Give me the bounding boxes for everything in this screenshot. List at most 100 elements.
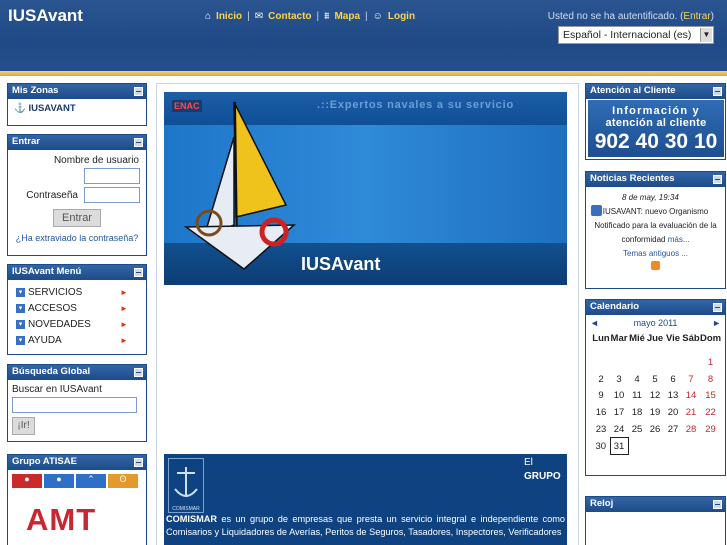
menu-item-ayuda[interactable]: ▾ AYUDA ►: [8, 332, 146, 348]
nav-contacto[interactable]: Contacto: [268, 11, 311, 22]
nav-inicio[interactable]: Inicio: [216, 11, 242, 22]
zona-item[interactable]: ⚓ IUSAVANT: [8, 99, 146, 118]
calendar-day[interactable]: 15: [700, 388, 721, 405]
sailboat-illustration: [183, 101, 297, 270]
menu-block: IUSAvant Menú ▾ SERVICIOS ► ▾ ACCESOS ► ▾ NOV…: [7, 264, 147, 355]
calendar-day[interactable]: 22: [700, 404, 721, 421]
block-header: Reloj: [586, 497, 725, 512]
calendar-day[interactable]: 8: [700, 371, 721, 388]
collapse-icon[interactable]: [134, 87, 143, 96]
calendar-day[interactable]: 12: [646, 388, 664, 405]
block-header: Atención al Cliente: [586, 84, 725, 99]
calendar-day[interactable]: 31: [609, 437, 629, 456]
calendar-day[interactable]: 17: [610, 404, 628, 421]
block-header: Mis Zonas: [8, 84, 146, 99]
weekday-header: Jue: [646, 333, 664, 344]
calendar-day[interactable]: 23: [592, 421, 610, 438]
calendar-day[interactable]: 20: [664, 404, 682, 421]
news-item: 8 de may, 19:34 IUSAVANT: nuevo Organism…: [586, 187, 725, 275]
calendar-day[interactable]: 26: [646, 421, 664, 438]
calendar-day[interactable]: 18: [628, 404, 646, 421]
collapse-icon[interactable]: [713, 500, 722, 509]
menu-item-servicios[interactable]: ▾ SERVICIOS ►: [8, 284, 146, 300]
calendar-block: Calendario ◄ mayo 2011 ► Lun Mar Mié Jue Vie…: [585, 299, 726, 476]
calendar-day[interactable]: 3: [610, 371, 628, 388]
calendar-empty: [592, 354, 610, 371]
phone-banner[interactable]: Información y atención al cliente 902 40…: [588, 100, 724, 157]
block-header: Grupo ATISAE: [8, 455, 146, 470]
calendar-day[interactable]: 13: [664, 388, 682, 405]
chevron-down-icon: ▾: [16, 319, 25, 329]
login-link[interactable]: Entrar: [683, 11, 710, 22]
username-input[interactable]: [84, 168, 140, 184]
enac-logo: ENAC: [172, 100, 202, 112]
ear-icon[interactable]: ʘ: [108, 474, 138, 488]
chevron-down-icon: ▼: [700, 28, 712, 42]
block-header: IUSAvant Menú: [8, 265, 146, 280]
calendar-day[interactable]: 21: [682, 404, 700, 421]
news-date: 8 de may, 19:34: [622, 193, 679, 202]
amt-logo[interactable]: AMT: [26, 502, 122, 542]
calendar-day[interactable]: 25: [628, 421, 646, 438]
up-icon[interactable]: ⌃: [76, 474, 106, 488]
arrow-right-icon: ►: [120, 303, 128, 313]
site-title[interactable]: IUSAvant: [8, 6, 83, 26]
weekday-header: Sáb: [682, 333, 700, 344]
language-select[interactable]: Español - Internacional (es) ▼: [558, 26, 714, 44]
calendar-empty: [628, 354, 646, 371]
calendar-day[interactable]: 5: [646, 371, 664, 388]
password-input[interactable]: [84, 187, 140, 203]
menu-item-novedades[interactable]: ▾ NOVEDADES ►: [8, 316, 146, 332]
info-icon[interactable]: ●: [12, 474, 42, 488]
collapse-icon[interactable]: [134, 458, 143, 467]
calendar-day[interactable]: 29: [700, 421, 721, 438]
chevron-down-icon: ▾: [16, 303, 25, 313]
calendar-day[interactable]: 4: [628, 371, 646, 388]
older-topics-link[interactable]: Temas antiguos ...: [623, 249, 688, 258]
calendar-day[interactable]: 27: [664, 421, 682, 438]
menu-item-accesos[interactable]: ▾ ACCESOS ►: [8, 300, 146, 316]
calendar-day[interactable]: 14: [682, 388, 700, 405]
calendar-day[interactable]: 16: [592, 404, 610, 421]
calendar-day[interactable]: 30: [592, 438, 610, 455]
prev-month-button[interactable]: ◄: [590, 318, 599, 328]
rss-icon[interactable]: [651, 261, 660, 270]
nav-mapa[interactable]: Mapa: [334, 11, 360, 22]
forgot-password-link[interactable]: ¿Ha extraviado la contraseña?: [8, 233, 146, 243]
calendar-nav: ◄ mayo 2011 ►: [586, 315, 725, 331]
news-more-link[interactable]: más...: [668, 235, 690, 244]
calendar-day[interactable]: 7: [682, 371, 700, 388]
collapse-icon[interactable]: [713, 303, 722, 312]
calendar-day[interactable]: 10: [610, 388, 628, 405]
calendar-day[interactable]: 6: [664, 371, 682, 388]
reloj-block: Reloj: [585, 496, 726, 545]
collapse-icon[interactable]: [134, 368, 143, 377]
users-icon: ☺: [372, 11, 383, 22]
calendar-day[interactable]: 1: [700, 354, 721, 371]
calendar-day[interactable]: 19: [646, 404, 664, 421]
collapse-icon[interactable]: [134, 138, 143, 147]
calendar-day[interactable]: 28: [682, 421, 700, 438]
calendar-empty: [664, 354, 682, 371]
login-button[interactable]: Entrar: [53, 209, 101, 227]
block-header: Noticias Recientes: [586, 172, 725, 187]
next-month-button[interactable]: ►: [712, 318, 721, 328]
calendar-day[interactable]: 24: [610, 421, 628, 438]
calendar-day[interactable]: 2: [592, 371, 610, 388]
search-button[interactable]: ¡Ir!: [12, 417, 35, 435]
calendar-month[interactable]: mayo 2011: [634, 318, 678, 328]
calendar-day[interactable]: 11: [628, 388, 646, 405]
alert-icon[interactable]: ●: [44, 474, 74, 488]
calendar-day[interactable]: 9: [592, 388, 610, 405]
calendar-empty: [700, 438, 721, 455]
calendar-empty: [682, 354, 700, 371]
collapse-icon[interactable]: [134, 268, 143, 277]
collapse-icon[interactable]: [713, 175, 722, 184]
news-icon: [591, 205, 602, 216]
atisae-icon-bar: ● ● ⌃ ʘ: [12, 474, 146, 488]
arrow-right-icon: ►: [120, 319, 128, 329]
atisae-block: Grupo ATISAE ● ● ⌃ ʘ AMT: [7, 454, 147, 545]
nav-login[interactable]: Login: [388, 11, 415, 22]
collapse-icon[interactable]: [713, 87, 722, 96]
search-input[interactable]: [12, 397, 137, 413]
